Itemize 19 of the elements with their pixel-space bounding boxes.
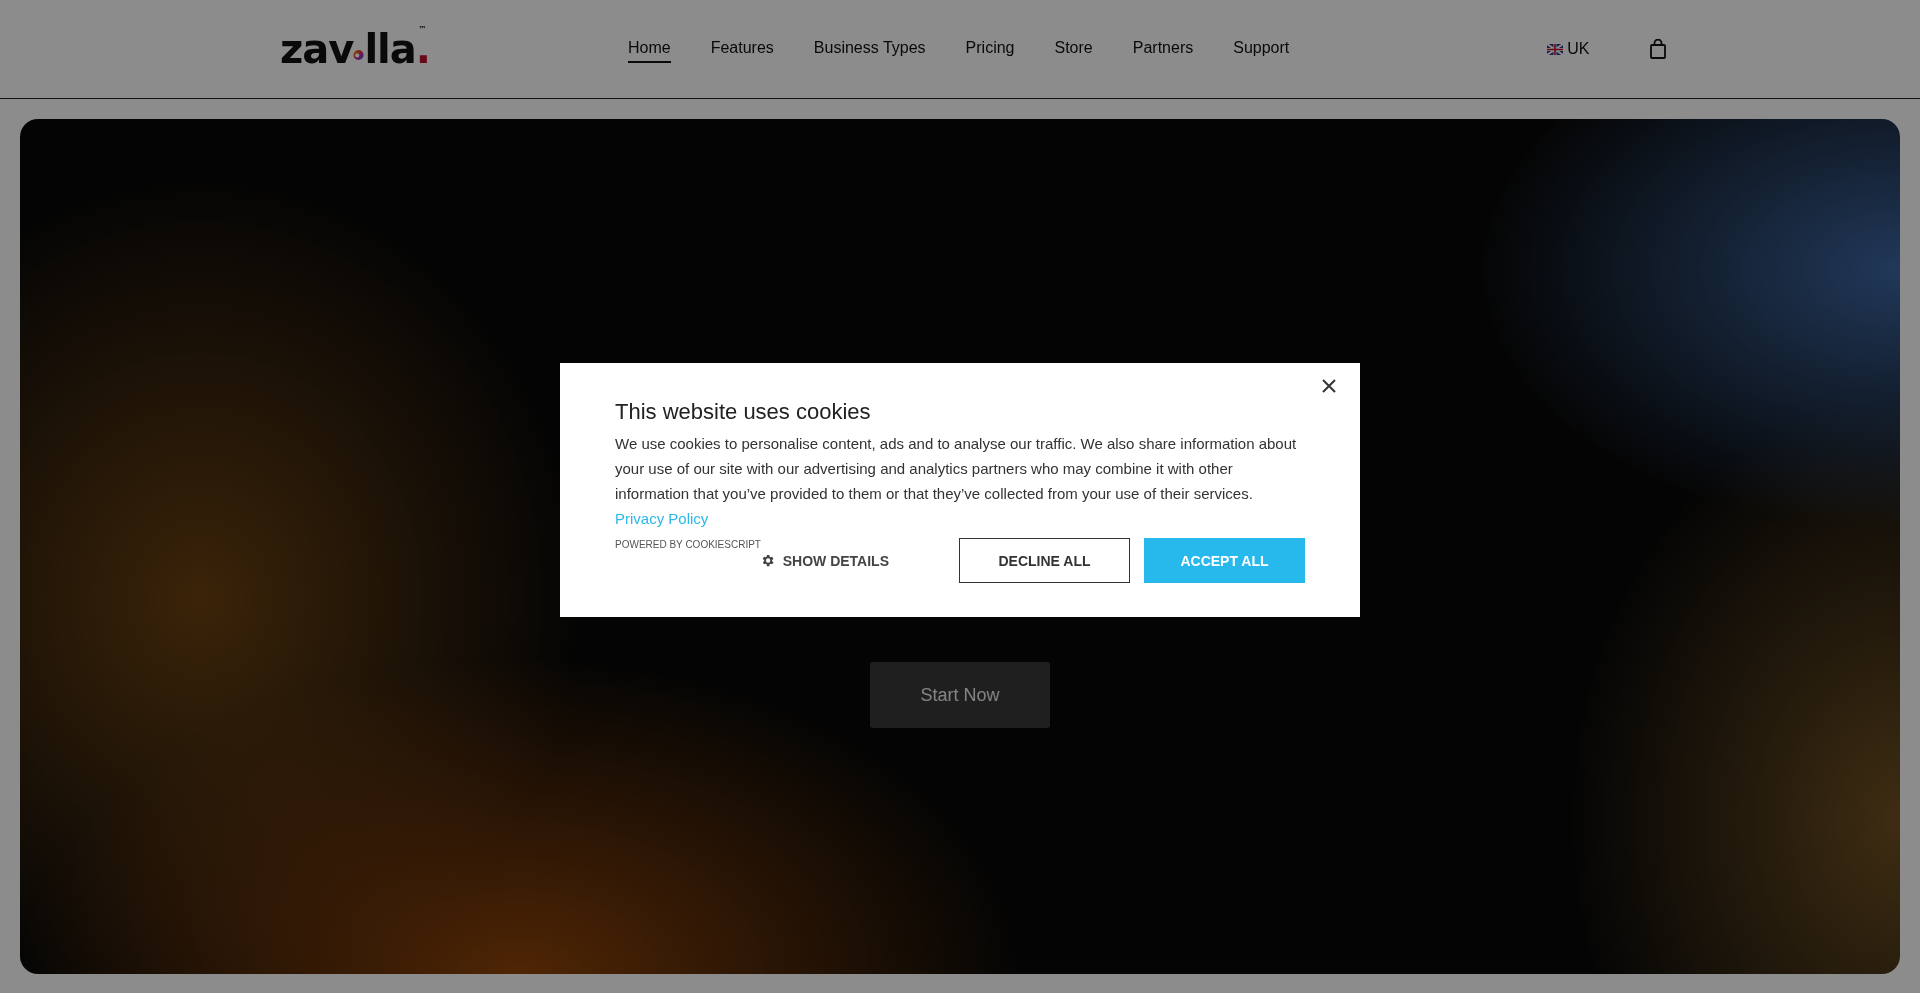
nav-link[interactable]: Support	[1233, 35, 1290, 63]
logo-text: zav	[280, 29, 354, 69]
dialog-title: This website uses cookies	[615, 399, 872, 425]
start-now-button[interactable]: Start Now	[870, 662, 1050, 728]
dialog-text: We use cookies to personalise content, ads and to analyse our traffic. We also share information about your use of our site with our advertising and analytics partners who may combine it with other information that you’ve provided to them or that they’ve collected from your use of their services. Privacy Policy	[615, 434, 1298, 529]
nav-link[interactable]: Pricing	[965, 35, 1015, 63]
powered-by-text: POWERED BY COOKIESCRIPT	[615, 539, 762, 550]
nav-link[interactable]: Business Types	[813, 35, 926, 63]
flag-icon	[1547, 43, 1564, 55]
nav-link[interactable]: Partners	[1132, 35, 1194, 63]
shopping-bag-icon[interactable]	[1649, 39, 1666, 59]
language-selector[interactable]: UK	[1547, 40, 1590, 58]
show-details-button[interactable]: SHOW DETAILS	[753, 551, 895, 570]
decline-all-button[interactable]: DECLINE ALL	[959, 538, 1130, 583]
nav-link[interactable]: Home	[628, 35, 671, 63]
nav-link[interactable]: Features	[710, 35, 774, 63]
logo-text: lla	[364, 29, 416, 69]
close-icon	[1322, 379, 1336, 393]
nav-link[interactable]: Store	[1054, 35, 1093, 63]
